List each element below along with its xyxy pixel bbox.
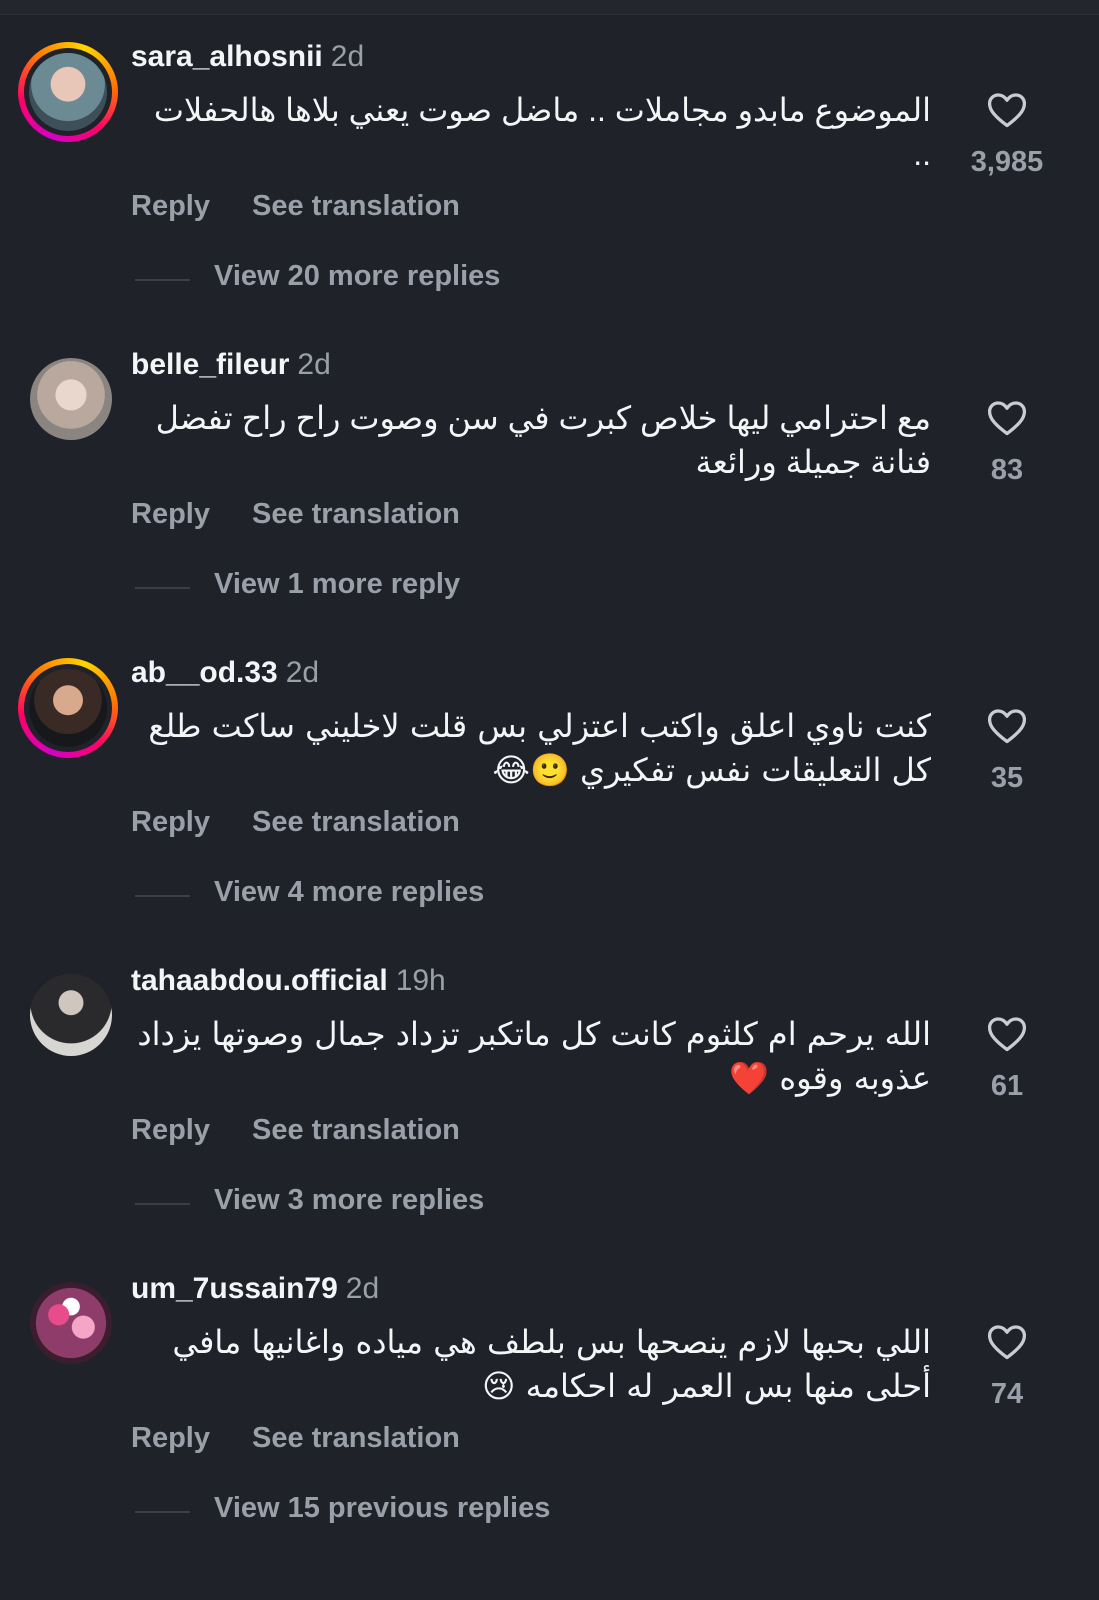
comment-author[interactable]: um_7ussain79 2d [131,1272,379,1306]
comment-actions: Reply See translation [131,498,460,531]
like-count: 83 [990,454,1024,486]
avatar-story-ring[interactable] [18,42,118,142]
see-translation-button[interactable]: See translation [252,498,460,531]
comment-actions: Reply See translation [131,1422,460,1455]
like-control: 35 [962,704,1052,795]
replies-divider [135,895,190,897]
comment-author[interactable]: tahaabdou.official 19h [131,964,446,998]
avatar [29,669,107,747]
comment-item: belle_fileur 2d مع احترامي ليها خلاص كبرت… [0,308,1099,616]
reply-button[interactable]: Reply [131,498,210,531]
comment-time: 19h [395,964,446,997]
comment-text: مع احترامي ليها خلاص كبرت في سن وصوت راح… [155,400,931,480]
heart-outline-icon[interactable] [985,704,1029,748]
like-count: 3,985 [970,146,1044,178]
avatar-container[interactable] [18,350,118,450]
like-control: 3,985 [962,88,1052,179]
avatar [30,1282,112,1364]
avatar-container[interactable] [18,966,118,1066]
comment-item: ab__od.33 2d كنت ناوي اعلق واكتب اعتزلي ب… [0,616,1099,924]
avatar [29,53,107,131]
comment-item: tahaabdou.official 19h الله يرحم ام كلثوم… [0,924,1099,1232]
like-count: 35 [990,762,1024,794]
replies-divider [135,1511,190,1513]
heart-outline-icon[interactable] [985,1320,1029,1364]
see-translation-button[interactable]: See translation [252,190,460,223]
avatar [30,358,112,440]
replies-divider [135,279,190,281]
comment-time: 2d [345,1272,380,1305]
comment-time: 2d [330,40,365,73]
like-count: 74 [990,1378,1024,1410]
see-translation-button[interactable]: See translation [252,1114,460,1147]
reply-button[interactable]: Reply [131,806,210,839]
like-control: 61 [962,1012,1052,1103]
comment-actions: Reply See translation [131,190,460,223]
replies-divider [135,587,190,589]
comment-time: 2d [297,348,331,381]
username[interactable]: ab__od.33 [131,656,278,689]
like-count: 61 [990,1070,1024,1102]
username[interactable]: um_7ussain79 [131,1272,338,1305]
username[interactable]: belle_fileur [131,348,289,381]
view-replies-button[interactable]: View 20 more replies [214,260,500,293]
reply-button[interactable]: Reply [131,190,210,223]
view-replies-button[interactable]: View 4 more replies [214,876,484,909]
comment-text: اللي بحبها لازم ينصحها بس بلطف هي مياده … [172,1323,931,1405]
avatar [30,974,112,1056]
username[interactable]: tahaabdou.official [131,964,388,997]
comment-time: 2d [285,656,320,689]
heart-outline-icon[interactable] [985,88,1029,132]
username[interactable]: sara_alhosnii [131,40,323,73]
comment-text: الموضوع مابدو مجاملات .. ماضل صوت يعني ب… [153,92,931,172]
see-translation-button[interactable]: See translation [252,806,460,839]
comment-actions: Reply See translation [131,806,460,839]
comment-author[interactable]: ab__od.33 2d [131,656,319,690]
avatar-story-ring[interactable] [18,658,118,758]
comment-actions: Reply See translation [131,1114,460,1147]
comment-item: um_7ussain79 2d اللي بحبها لازم ينصحها بس… [0,1232,1099,1540]
like-control: 74 [962,1320,1052,1411]
view-replies-button[interactable]: View 15 previous replies [214,1492,550,1525]
replies-divider [135,1203,190,1205]
comment-item: sara_alhosnii 2d الموضوع مابدو مجاملات ..… [0,0,1099,308]
comment-text: الله يرحم ام كلثوم كانت كل ماتكبر تزداد … [137,1015,931,1097]
heart-outline-icon[interactable] [985,396,1029,440]
comment-author[interactable]: belle_fileur 2d [131,348,331,382]
see-translation-button[interactable]: See translation [252,1422,460,1455]
view-replies-button[interactable]: View 3 more replies [214,1184,484,1217]
heart-outline-icon[interactable] [985,1012,1029,1056]
like-control: 83 [962,396,1052,487]
comment-author[interactable]: sara_alhosnii 2d [131,40,364,74]
avatar-container[interactable] [18,1274,118,1374]
reply-button[interactable]: Reply [131,1422,210,1455]
reply-button[interactable]: Reply [131,1114,210,1147]
view-replies-button[interactable]: View 1 more reply [214,568,460,601]
comment-text: كنت ناوي اعلق واكتب اعتزلي بس قلت لاخلين… [148,707,931,789]
